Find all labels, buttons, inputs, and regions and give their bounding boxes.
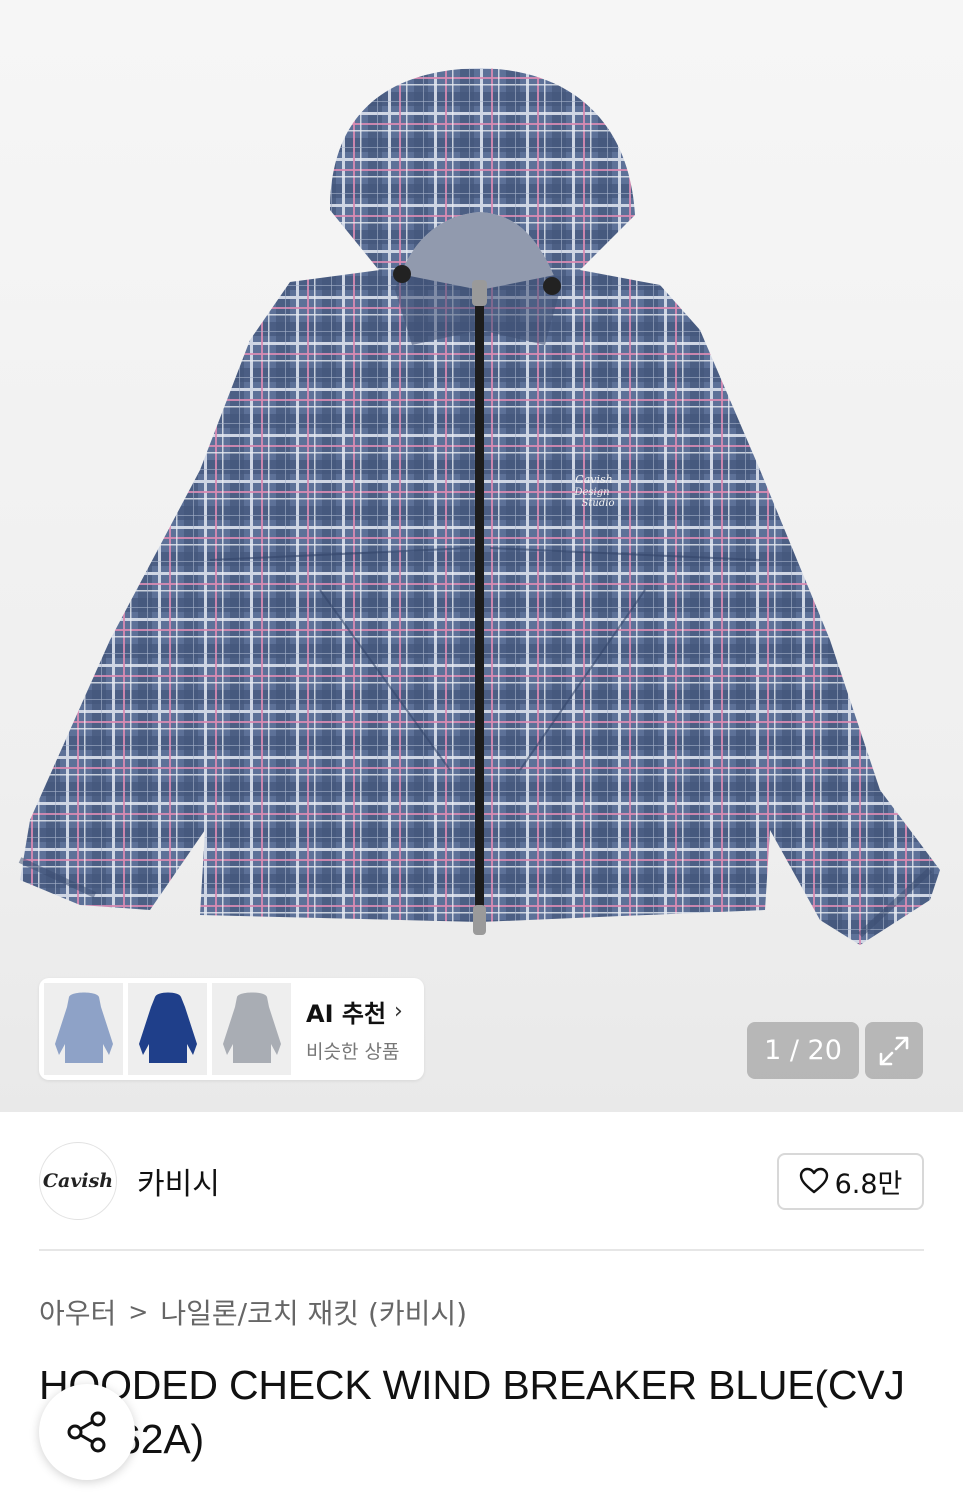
product-image-area[interactable]: Cavish Design Studio AI 추천 › 비슷한 상품 1 / … [0, 0, 963, 1112]
expand-image-button[interactable] [865, 1022, 923, 1079]
breadcrumb-subcategory[interactable]: 나일론/코치 재킷 (카비시) [160, 1292, 467, 1332]
svg-text:Design: Design [573, 487, 609, 498]
recommend-thumbnail-grey[interactable] [212, 983, 291, 1075]
share-button[interactable] [39, 1384, 135, 1480]
svg-text:Cavish: Cavish [575, 473, 612, 486]
brand-row: Cavish 카비시 6.8만 [39, 1142, 924, 1220]
jacket-thumbnail-icon [138, 992, 197, 1063]
svg-text:Studio: Studio [582, 498, 615, 509]
ai-recommend-title[interactable]: AI 추천 › [306, 994, 403, 1029]
heart-icon [799, 1167, 828, 1194]
ai-recommend-card[interactable]: AI 추천 › 비슷한 상품 [39, 978, 424, 1080]
ai-recommend-label: AI 추천 [306, 1000, 387, 1028]
image-counter: 1 / 20 [747, 1022, 859, 1079]
divider [39, 1249, 924, 1251]
recommend-thumbnail-light-blue[interactable] [44, 983, 123, 1075]
chevron-right-icon: › [394, 999, 403, 1024]
breadcrumb-separator-icon: > [128, 1298, 149, 1326]
breadcrumb-category[interactable]: 아우터 [39, 1292, 116, 1332]
share-icon [67, 1411, 106, 1453]
ai-recommend-subtitle: 비슷한 상품 [306, 1041, 400, 1063]
brand-name[interactable]: 카비시 [137, 1159, 220, 1203]
breadcrumb: 아우터 > 나일론/코치 재킷 (카비시) [39, 1290, 467, 1334]
jacket-thumbnail-icon [222, 992, 281, 1063]
brand-logo[interactable]: Cavish [39, 1142, 117, 1220]
jacket-thumbnail-icon [54, 992, 113, 1063]
like-button[interactable]: 6.8만 [777, 1152, 924, 1210]
product-title: HOODED CHECK WIND BREAKER BLUE(CVJUB962A… [39, 1362, 905, 1462]
product-jacket-image[interactable]: Cavish Design Studio [0, 0, 963, 960]
like-count: 6.8만 [834, 1168, 903, 1200]
expand-icon [879, 1036, 909, 1065]
recommend-thumbnail-navy[interactable] [128, 983, 207, 1075]
